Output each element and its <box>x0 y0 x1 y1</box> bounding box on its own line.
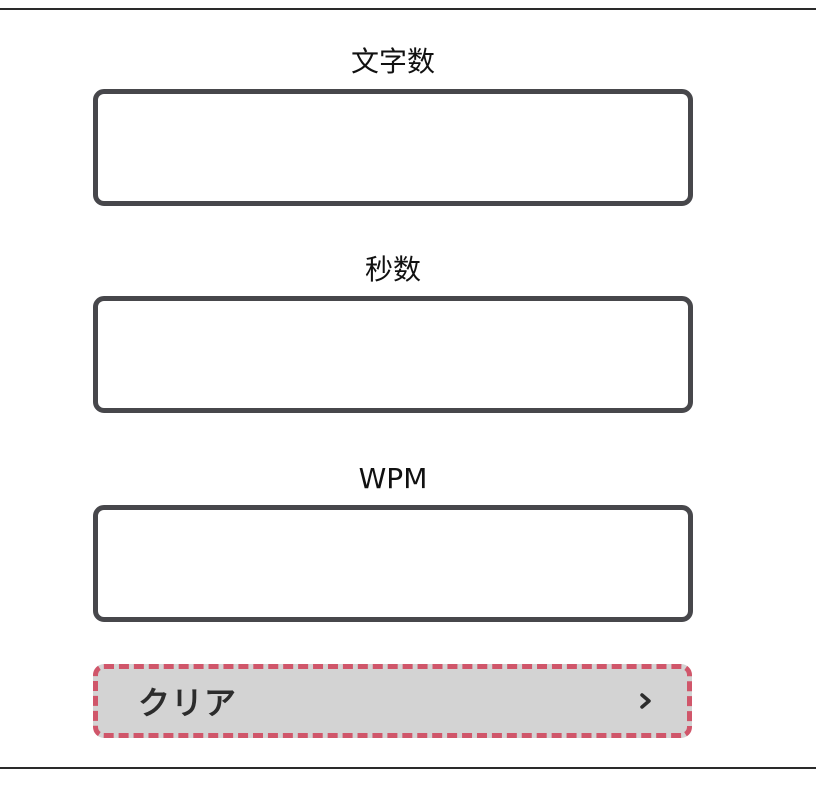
seconds-input[interactable] <box>93 296 693 413</box>
bottom-divider <box>0 767 816 769</box>
seconds-label: 秒数 <box>364 253 421 286</box>
chars-label: 文字数 <box>350 45 435 78</box>
chars-input[interactable] <box>93 89 693 206</box>
wpm-label: WPM <box>358 462 428 495</box>
chevron-right-icon <box>640 693 651 709</box>
wpm-input[interactable] <box>93 505 693 622</box>
top-divider <box>0 8 816 10</box>
clear-button-label: クリア <box>138 684 238 722</box>
clear-button[interactable]: クリア <box>93 664 692 738</box>
